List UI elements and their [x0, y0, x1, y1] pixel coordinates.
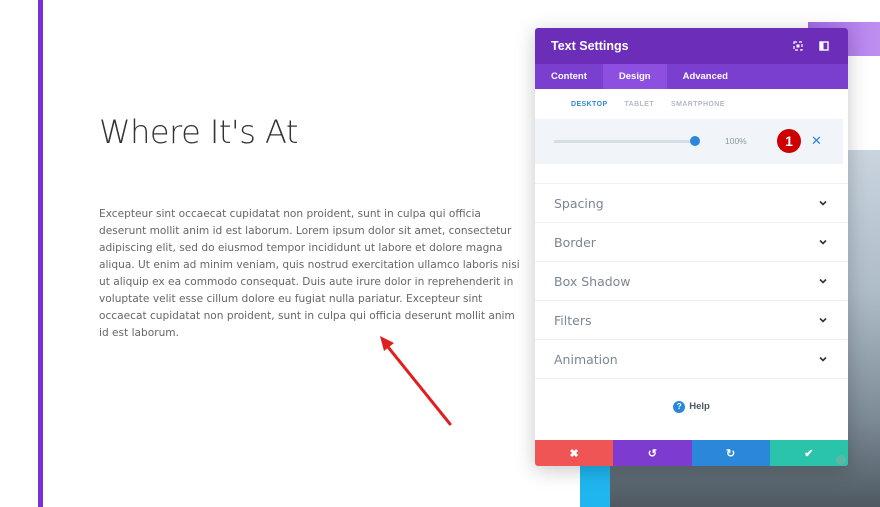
- section-box-shadow[interactable]: Box Shadow: [535, 262, 848, 301]
- slider-fill: [554, 140, 696, 143]
- resize-handle-icon[interactable]: [836, 455, 846, 465]
- chevron-down-icon: [819, 200, 827, 206]
- split-view-icon[interactable]: [816, 38, 832, 54]
- section-label: Box Shadow: [554, 273, 631, 289]
- section-filters[interactable]: Filters: [535, 301, 848, 340]
- help-label: Help: [689, 401, 710, 412]
- slider-thumb[interactable]: [690, 136, 700, 146]
- section-label: Spacing: [554, 195, 604, 211]
- chevron-down-icon: [819, 239, 827, 245]
- panel-tabs: Content Design Advanced: [535, 64, 848, 89]
- chevron-down-icon: [819, 356, 827, 362]
- redo-button[interactable]: ↻: [691, 440, 770, 466]
- chevron-down-icon: [819, 317, 827, 323]
- action-bar: ✖ ↺ ↻ ✔: [535, 440, 848, 466]
- device-switcher: DESKTOP TABLET SMARTPHONE: [535, 89, 848, 119]
- help-link[interactable]: ? Help: [535, 379, 848, 434]
- section-border[interactable]: Border: [535, 223, 848, 262]
- device-tab-desktop[interactable]: DESKTOP: [571, 101, 608, 108]
- left-accent-bar: [38, 0, 43, 507]
- panel-title: Text Settings: [551, 39, 629, 53]
- chevron-down-icon: [819, 278, 827, 284]
- slider-track[interactable]: [554, 140, 696, 143]
- annotation-arrow-icon: [380, 336, 452, 426]
- tab-content[interactable]: Content: [535, 64, 603, 89]
- section-label: Animation: [554, 351, 618, 367]
- opacity-slider-row: 100% 1 ✕: [535, 119, 843, 164]
- section-spacing[interactable]: Spacing: [535, 184, 848, 223]
- device-tab-smartphone[interactable]: SMARTPHONE: [671, 101, 725, 108]
- panel-header: Text Settings: [535, 28, 848, 64]
- tab-advanced[interactable]: Advanced: [667, 64, 744, 89]
- fullscreen-icon[interactable]: [790, 38, 806, 54]
- section-label: Border: [554, 234, 596, 250]
- reset-close-icon[interactable]: ✕: [811, 133, 822, 149]
- help-icon: ?: [673, 400, 686, 413]
- annotation-badge: 1: [777, 129, 801, 153]
- page-heading: Where It's At: [99, 113, 298, 151]
- text-settings-panel: Text Settings Content Design Advanced DE…: [535, 28, 848, 466]
- body-paragraph: Excepteur sint occaecat cupidatat non pr…: [99, 208, 520, 339]
- section-label: Filters: [554, 312, 592, 328]
- slider-value[interactable]: 100%: [725, 136, 747, 146]
- section-animation[interactable]: Animation: [535, 340, 848, 379]
- tab-design[interactable]: Design: [602, 64, 667, 89]
- cancel-button[interactable]: ✖: [535, 440, 614, 466]
- panel-spacer: [535, 164, 848, 184]
- undo-button[interactable]: ↺: [613, 440, 692, 466]
- device-tab-tablet[interactable]: TABLET: [625, 101, 655, 108]
